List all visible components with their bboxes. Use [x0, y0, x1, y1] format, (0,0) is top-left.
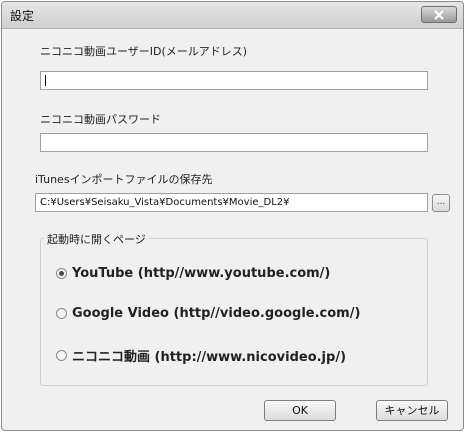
itunes-path-label: iTunesインポートファイルの保存先	[35, 173, 213, 186]
dialog-body: ニコニコ動画ユーザーID(メールアドレス) ニコニコ動画パスワード iTunes…	[2, 29, 463, 430]
window-title: 設定	[10, 9, 35, 23]
radio-youtube[interactable]: YouTube (http//www.youtube.com/)	[56, 266, 330, 281]
user-id-input[interactable]	[40, 71, 428, 90]
radio-label-google-video: Google Video (http//video.google.com/)	[72, 306, 361, 321]
ok-button[interactable]: OK	[264, 400, 336, 421]
radio-label-nicovideo: ニコニコ動画 (http://www.nicovideo.jp/)	[72, 350, 347, 365]
itunes-path-value: C:¥Users¥Seisaku_Vista¥Documents¥Movie_D…	[40, 197, 290, 208]
settings-dialog: 設定 ニコニコ動画ユーザーID(メールアドレス) ニコニコ動画パスワード iTu…	[1, 1, 464, 431]
browse-label: ...	[436, 197, 446, 207]
browse-button[interactable]: ...	[432, 194, 450, 212]
close-button[interactable]	[421, 6, 457, 23]
password-label: ニコニコ動画パスワード	[40, 113, 161, 126]
radio-button-selected[interactable]	[56, 268, 67, 279]
radio-button[interactable]	[56, 350, 67, 361]
startup-page-group-title: 起動時に開くページ	[44, 231, 149, 247]
close-icon	[434, 9, 444, 20]
text-caret	[45, 75, 46, 86]
cancel-button[interactable]: キャンセル	[376, 400, 448, 421]
radio-button[interactable]	[56, 308, 67, 319]
radio-nicovideo[interactable]: ニコニコ動画 (http://www.nicovideo.jp/)	[56, 346, 346, 365]
itunes-path-input[interactable]: C:¥Users¥Seisaku_Vista¥Documents¥Movie_D…	[35, 193, 428, 212]
password-input[interactable]	[40, 133, 428, 152]
radio-google-video[interactable]: Google Video (http//video.google.com/)	[56, 306, 360, 321]
radio-label-youtube: YouTube (http//www.youtube.com/)	[72, 266, 331, 281]
user-id-label: ニコニコ動画ユーザーID(メールアドレス)	[40, 45, 248, 58]
title-bar: 設定	[2, 2, 463, 29]
